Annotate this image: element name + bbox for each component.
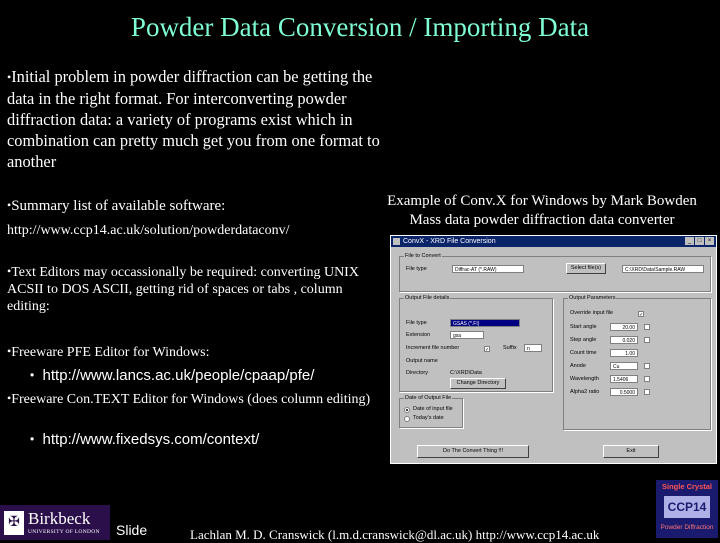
output-name-label: Output name: [406, 358, 438, 364]
caption-line-1: Example of Conv.X for Windows by Mark Bo…: [387, 193, 697, 209]
summary-url[interactable]: http://www.ccp14.ac.uk/solution/powderda…: [7, 222, 290, 239]
start-angle-field[interactable]: 20.00: [610, 323, 638, 331]
date-input-label: Date of input file: [413, 406, 453, 412]
bullet: •: [30, 432, 35, 446]
step-angle-field[interactable]: 0.020: [610, 336, 638, 344]
caption-line-2: Mass data powder diffraction data conver…: [409, 212, 675, 228]
suffix-field[interactable]: n: [524, 344, 542, 352]
alpha2-label: Alpha2 ratio: [570, 389, 600, 395]
app-icon: [393, 238, 400, 245]
birkbeck-logo: ✠ Birkbeck UNIVERSITY OF LONDON: [0, 505, 110, 540]
out-type-label: File type: [406, 320, 427, 326]
params-group: Output Parameters Override input file ✓ …: [563, 295, 711, 430]
pfe-url-line: • http://www.lancs.ac.uk/people/cpaap/pf…: [30, 367, 314, 384]
override-checkbox[interactable]: ✓: [638, 311, 644, 318]
convx-window: ConvX - XRD File Conversion _ □ × File t…: [390, 235, 717, 464]
pfe-url[interactable]: http://www.lancs.ac.uk/people/cpaap/pfe/: [43, 367, 315, 384]
output-group-title: Output File details: [404, 295, 451, 301]
step-angle-label: Step angle: [570, 337, 597, 343]
count-time-label: Count time: [570, 350, 597, 356]
date-today-label: Today's date: [413, 415, 444, 421]
anode-select[interactable]: Cu: [610, 362, 638, 370]
count-time-field[interactable]: 1.00: [610, 349, 638, 357]
suffix-label: Suffix: [503, 345, 517, 351]
text-editors-text: Text Editors may occassionally be requir…: [7, 265, 359, 314]
directory-value: C:\XRD\Data: [450, 370, 482, 376]
maximize-icon[interactable]: □: [695, 237, 704, 245]
wavelength-select[interactable]: 1.5406: [610, 375, 638, 383]
override-label: Override input file: [570, 310, 614, 316]
anode-checkbox[interactable]: [644, 363, 650, 369]
wavelength-checkbox[interactable]: [644, 376, 650, 382]
date-group-title: Date of Output File: [404, 395, 453, 401]
exit-button[interactable]: Exit: [603, 445, 659, 458]
intro-paragraph: •Initial problem in powder diffraction c…: [7, 66, 387, 172]
file-group: File to Convert File type Diffrac-AT (*.…: [399, 253, 711, 292]
ccp14-line1: Single Crystal: [661, 482, 713, 491]
file-group-title: File to Convert: [404, 253, 442, 259]
screenshot-caption: Example of Conv.X for Windows by Mark Bo…: [368, 192, 716, 230]
increment-checkbox[interactable]: ✓: [484, 346, 490, 353]
ccp14-line2: Powder Diffraction: [660, 524, 714, 531]
minimize-icon[interactable]: _: [685, 237, 694, 245]
alpha2-field[interactable]: 0.5000: [610, 388, 638, 396]
pfe-label: Freeware PFE Editor for Windows:: [11, 345, 210, 360]
alpha2-checkbox[interactable]: [644, 389, 650, 395]
extension-label: Extension: [406, 332, 431, 338]
file-type-select[interactable]: Diffrac-AT (*.RAW): [452, 265, 524, 273]
file-path-field[interactable]: C:\XRD\Data\Sample.RAW: [622, 265, 704, 273]
directory-label: Directory: [406, 370, 429, 376]
birkbeck-crest-icon: ✠: [4, 511, 24, 535]
window-titlebar[interactable]: ConvX - XRD File Conversion _ □ ×: [391, 236, 716, 247]
wavelength-label: Wavelength: [570, 376, 599, 382]
context-label: Freeware Con.TEXT Editor for Windows (do…: [11, 392, 371, 407]
ccp14-wordmark: CCP14: [664, 496, 710, 518]
extension-field[interactable]: gsa: [450, 331, 484, 339]
select-files-button[interactable]: Select file(s): [566, 263, 606, 274]
window-title: ConvX - XRD File Conversion: [403, 238, 496, 245]
slide-label: Slide: [116, 522, 148, 538]
summary-label: Summary list of available software:: [11, 198, 226, 214]
pfe-label-line: •Freeware PFE Editor for Windows:: [7, 343, 209, 361]
birkbeck-subtitle: UNIVERSITY OF LONDON: [28, 529, 100, 535]
summary-label-line: •Summary list of available software:: [7, 198, 225, 215]
out-type-select[interactable]: GSAS (*.FI): [450, 319, 520, 327]
change-directory-button[interactable]: Change Directory: [450, 378, 506, 389]
date-today-radio[interactable]: [404, 416, 410, 422]
context-url-line: • http://www.fixedsys.com/context/: [30, 431, 259, 448]
params-group-title: Output Parameters: [568, 295, 617, 301]
anode-label: Anode: [570, 363, 586, 369]
file-type-label: File type: [406, 266, 427, 272]
intro-text: Initial problem in powder diffraction ca…: [7, 67, 380, 171]
start-angle-label: Start angle: [570, 324, 597, 330]
date-group: Date of Output File Date of input file T…: [399, 395, 463, 428]
footer-credit: Lachlan M. D. Cranswick (l.m.d.cranswick…: [190, 527, 600, 542]
text-editors-paragraph: •Text Editors may occassionally be requi…: [7, 263, 379, 315]
step-angle-checkbox[interactable]: [644, 337, 650, 343]
birkbeck-name: Birkbeck: [28, 509, 91, 528]
date-input-radio[interactable]: [404, 407, 410, 413]
bullet: •: [30, 368, 35, 382]
output-group: Output File details File type GSAS (*.FI…: [399, 295, 553, 392]
slide-title: Powder Data Conversion / Importing Data: [130, 12, 590, 42]
convert-button[interactable]: Do The Convert Thing !!!: [417, 445, 529, 458]
close-icon[interactable]: ×: [705, 237, 714, 245]
context-url[interactable]: http://www.fixedsys.com/context/: [43, 431, 260, 448]
ccp14-logo: Single Crystal CCP14 Powder Diffraction: [656, 480, 718, 538]
increment-label: Increment file number: [406, 345, 460, 351]
start-angle-checkbox[interactable]: [644, 324, 650, 330]
context-label-line: •Freeware Con.TEXT Editor for Windows (d…: [7, 390, 379, 408]
